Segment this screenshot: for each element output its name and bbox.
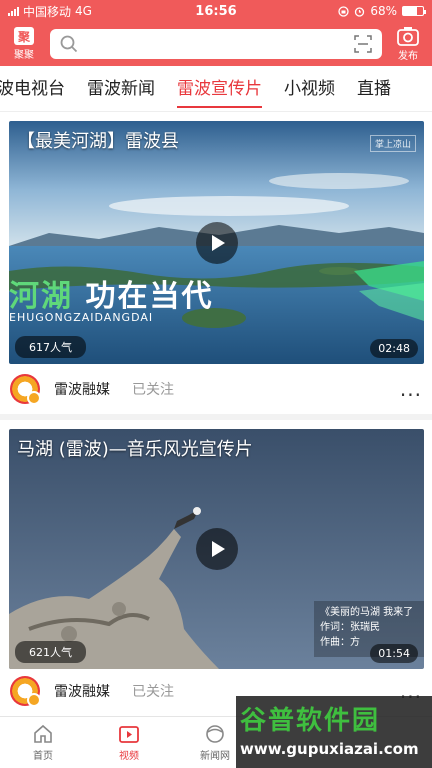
alarm-icon [355, 6, 365, 17]
follow-status[interactable]: 已关注 [132, 681, 174, 701]
more-options-button[interactable]: ... [400, 377, 422, 401]
jujun-logo-icon: 聚 [14, 27, 34, 45]
search-input[interactable] [86, 36, 346, 52]
nav-label: 新闻网 [200, 751, 230, 762]
card-meta-row: 雷波融媒 已关注 ... [0, 364, 432, 414]
views-count: 621人气 [15, 641, 86, 663]
play-icon [212, 234, 225, 251]
top-header: 聚 聚聚 发布 [0, 22, 432, 66]
overlay-white-text: 功在当代 [85, 279, 214, 314]
follow-status[interactable]: 已关注 [132, 379, 174, 399]
media-name[interactable]: 雷波融媒 [54, 681, 110, 701]
battery-label: 68% [370, 4, 397, 18]
app-screen: 中国移动 4G 16:56 68% 聚 聚聚 发布 波电视台 雷波新闻 雷波宣传 [0, 0, 432, 768]
media-name[interactable]: 雷波融媒 [54, 379, 110, 399]
video-duration: 01:54 [370, 644, 418, 663]
views-count: 617人气 [15, 336, 86, 358]
play-button[interactable] [195, 528, 238, 570]
channel-tabs: 波电视台 雷波新闻 雷波宣传片 小视频 直播 [0, 66, 432, 112]
tab-leibo-news[interactable]: 雷波新闻 [76, 66, 166, 111]
battery-icon [402, 6, 426, 16]
channel-watermark: 掌上凉山 [369, 135, 416, 152]
watermark-url: www.gupuxiazai.com [240, 740, 419, 758]
watermark-title: 谷普软件园 [240, 706, 381, 736]
network-label: 4G [75, 4, 92, 18]
publish-button[interactable]: 发布 [390, 26, 426, 62]
tab-live[interactable]: 直播 [346, 66, 402, 111]
nav-label: 首页 [33, 751, 53, 762]
video-overlay-slogan: 河湖 功在当代 [9, 271, 213, 315]
nav-video[interactable]: 视频 [86, 717, 172, 768]
search-bar[interactable] [50, 29, 382, 59]
caption-line: 作词：张瑞民 [320, 622, 380, 633]
video-title: 【最美河湖】雷波县 [17, 131, 179, 152]
video-overlay-subtitle: EHUGONGZAIDANGDAI [9, 311, 154, 324]
video-title: 马湖 (雷波)—音乐风光宣传片 [17, 439, 253, 460]
video-icon [119, 726, 139, 743]
nav-label: 视频 [119, 751, 139, 762]
jujun-button[interactable]: 聚 聚聚 [6, 27, 42, 61]
video-duration: 02:48 [370, 339, 418, 358]
camera-icon [397, 27, 419, 46]
video-card: 马湖 (雷波)—音乐风光宣传片 《美丽的马湖 我来了 作词：张瑞民 作曲：方 6… [0, 420, 432, 716]
signal-icon [8, 6, 19, 16]
play-icon [212, 541, 225, 557]
jujun-label: 聚聚 [14, 50, 34, 61]
publish-label: 发布 [398, 51, 418, 62]
tab-short-video[interactable]: 小视频 [273, 66, 346, 111]
nav-home[interactable]: 首页 [0, 717, 86, 768]
carrier-label: 中国移动 [23, 4, 72, 19]
video-card: 【最美河湖】雷波县 掌上凉山 河湖 功在当代 EHUGONGZAIDANGDAI… [0, 112, 432, 414]
caption-line: 《美丽的马湖 我来了 [320, 607, 414, 618]
avatar[interactable] [10, 676, 41, 707]
site-watermark: 谷普软件园 www.gupuxiazai.com [236, 696, 432, 768]
news-globe-icon [206, 725, 224, 743]
tab-tv-station[interactable]: 波电视台 [0, 66, 76, 111]
video-thumbnail[interactable]: 【最美河湖】雷波县 掌上凉山 河湖 功在当代 EHUGONGZAIDANGDAI… [9, 121, 424, 364]
status-bar: 中国移动 4G 16:56 68% [0, 0, 432, 22]
search-icon [60, 35, 78, 53]
lock-rotation-icon [338, 5, 349, 17]
avatar[interactable] [10, 374, 41, 405]
video-thumbnail[interactable]: 马湖 (雷波)—音乐风光宣传片 《美丽的马湖 我来了 作词：张瑞民 作曲：方 6… [9, 429, 424, 669]
overlay-green-text: 河湖 [9, 279, 73, 314]
scan-icon[interactable] [354, 35, 372, 53]
play-button[interactable] [195, 221, 238, 264]
tab-leibo-promo[interactable]: 雷波宣传片 [166, 66, 273, 111]
home-icon [34, 724, 52, 743]
